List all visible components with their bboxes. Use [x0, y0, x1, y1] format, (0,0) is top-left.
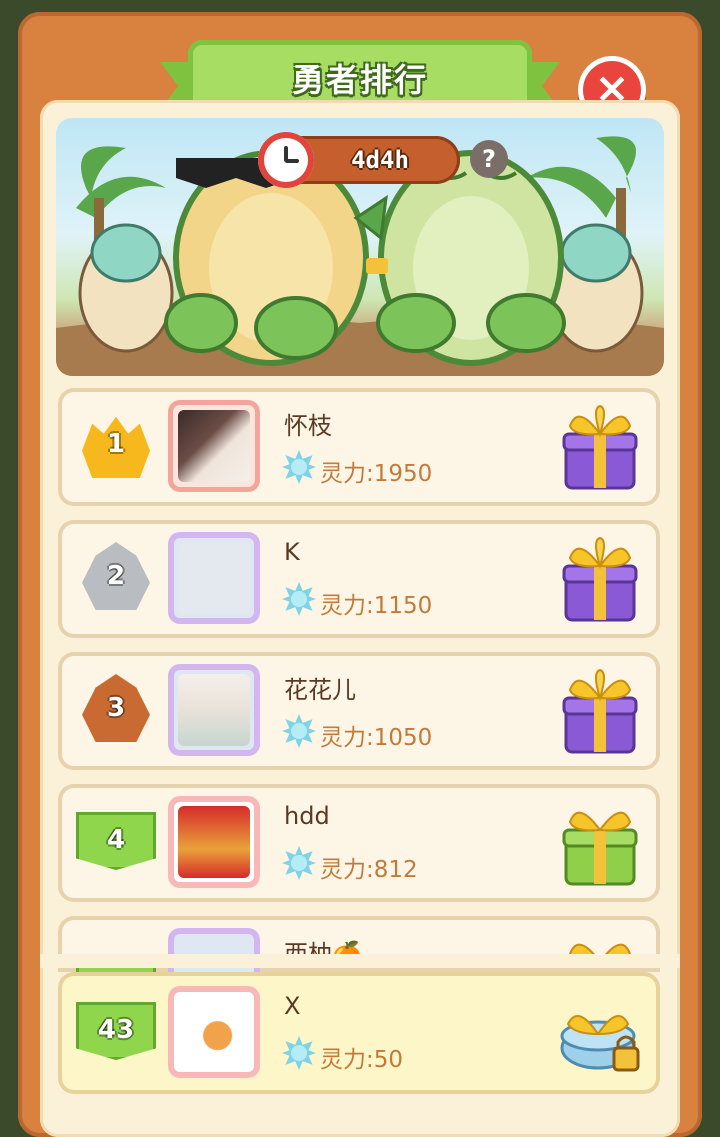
spirit-power: 灵力:1050	[320, 725, 433, 751]
purple-gift-icon[interactable]	[558, 404, 642, 492]
spirit-power: 灵力:1950	[320, 461, 433, 487]
clock-icon	[258, 132, 314, 188]
rank-number: 43	[97, 1015, 135, 1045]
locked-gift-icon[interactable]	[558, 990, 642, 1078]
star-core	[291, 459, 307, 475]
rank-row-2[interactable]: 2 K 灵力:1150	[58, 520, 660, 638]
spirit-power: 灵力:812	[320, 857, 418, 883]
avatar-placeholder	[178, 542, 250, 614]
star-core	[291, 1045, 307, 1061]
purple-gift-icon[interactable]	[558, 536, 642, 624]
avatar-photo	[178, 674, 250, 746]
avatar[interactable]	[168, 796, 260, 888]
avatar[interactable]	[168, 986, 260, 1078]
rank-row-4[interactable]: 4 hdd 灵力:812	[58, 784, 660, 902]
rank-number: 4	[106, 825, 126, 855]
player-name: 花花儿	[284, 676, 356, 704]
rank-badge-gold: 1	[76, 404, 156, 484]
purple-gift-icon[interactable]	[558, 668, 642, 756]
help-button[interactable]: ?	[470, 140, 508, 178]
avatar-photo	[178, 806, 250, 878]
rank-number: 1	[106, 429, 126, 459]
page-title: 勇者排行	[291, 61, 428, 99]
avatar-photo	[178, 410, 250, 482]
player-name: X	[284, 992, 301, 1020]
player-name: 怀枝	[284, 412, 332, 440]
player-name: hdd	[284, 802, 330, 830]
spirit-power: 灵力:50	[320, 1047, 404, 1073]
rank-row-3[interactable]: 3 花花儿 灵力:1050	[58, 652, 660, 770]
rank-badge: 43	[76, 990, 156, 1070]
my-rank-content: 43 X 灵力:50	[58, 974, 660, 1092]
star-core	[291, 723, 307, 739]
list-divider	[40, 954, 680, 968]
green-gift-icon[interactable]	[558, 800, 642, 888]
star-core	[291, 855, 307, 871]
rank-badge-bronze: 3	[76, 668, 156, 748]
avatar-photo	[178, 996, 250, 1068]
timer-text: 4d4h	[351, 146, 409, 174]
avatar[interactable]	[168, 400, 260, 492]
my-rank-row[interactable]: 43 X 灵力:50	[58, 972, 660, 1094]
player-name: K	[284, 538, 300, 566]
rank-number: 2	[106, 561, 126, 591]
star-core	[291, 591, 307, 607]
avatar[interactable]	[168, 664, 260, 756]
rank-badge-silver: 2	[76, 536, 156, 616]
rank-number: 3	[106, 693, 126, 723]
avatar[interactable]	[168, 532, 260, 624]
rank-row-1[interactable]: 1 怀枝 灵力:1950	[58, 388, 660, 506]
rank-badge: 4	[76, 800, 156, 880]
spirit-power: 灵力:1150	[320, 593, 433, 619]
